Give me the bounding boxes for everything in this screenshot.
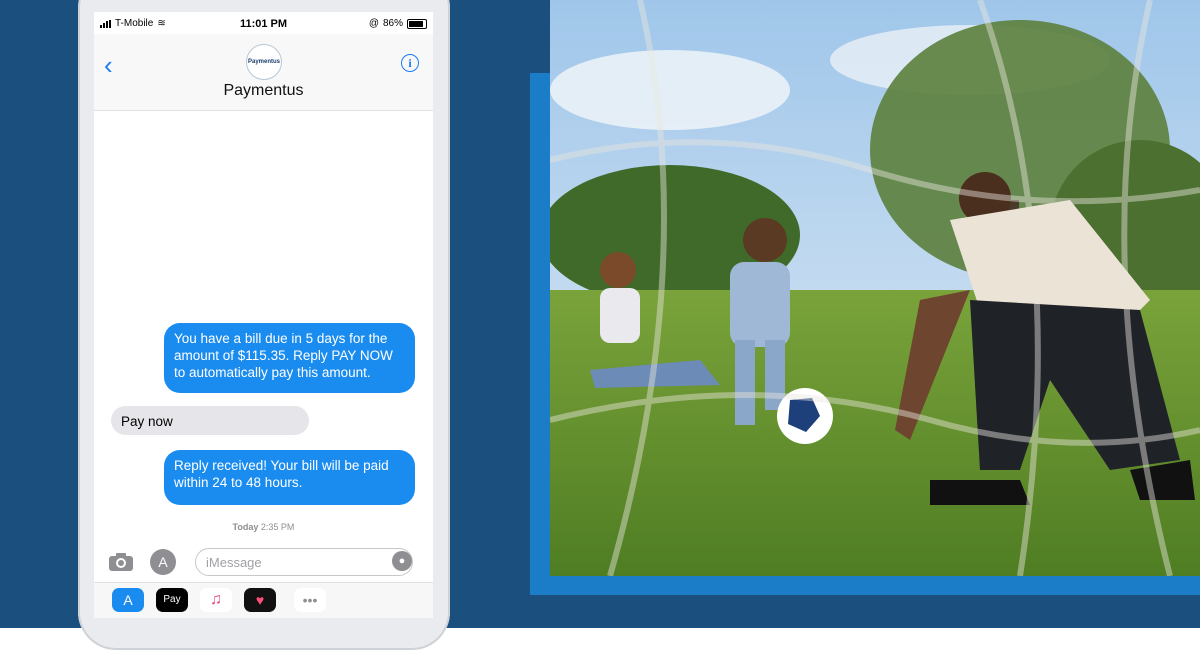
apple-pay-label: Pay (163, 594, 181, 605)
compose-bar: A iMessage ● (94, 542, 433, 582)
phone-screen: T-Mobile ≋ 11:01 PM @ 86% ‹ Paymentus Pa… (94, 12, 433, 618)
message-input[interactable]: iMessage (195, 548, 413, 576)
music-icon[interactable]: ♫ (200, 588, 232, 612)
outgoing-message: Reply received! Your bill will be paid w… (164, 450, 415, 505)
avatar-text: Paymentus (247, 59, 280, 65)
status-bar: T-Mobile ≋ 11:01 PM @ 86% (94, 12, 433, 34)
alarm-icon: @ (368, 18, 379, 29)
outgoing-message: You have a bill due in 5 days for the am… (164, 323, 415, 393)
battery-icon (407, 18, 427, 29)
message-timestamp: Today 2:35 PM (94, 522, 433, 532)
info-icon[interactable]: i (401, 54, 419, 72)
family-soccer-photo (550, 0, 1200, 576)
avatar[interactable]: Paymentus (246, 44, 282, 80)
battery-label: 86% (382, 18, 403, 29)
apple-pay-icon[interactable]: Pay (156, 588, 188, 612)
photo-illustration (550, 0, 1200, 576)
camera-icon[interactable] (108, 552, 133, 571)
timestamp-time: 2:35 PM (260, 522, 295, 532)
app-store-icon[interactable]: A (112, 588, 144, 612)
contact-name[interactable]: Paymentus (94, 82, 433, 100)
incoming-message: Pay now (111, 406, 309, 435)
microphone-icon[interactable]: ● (392, 551, 412, 571)
app-store-icon[interactable]: A (150, 549, 176, 575)
chevron-left-icon[interactable]: ‹ (104, 52, 113, 78)
app-drawer: A Pay ♫ ♥ ••• (94, 582, 433, 618)
digital-touch-icon[interactable]: ♥ (244, 588, 276, 612)
status-right: @ 86% (369, 18, 427, 29)
timestamp-day: Today (232, 522, 259, 532)
more-icon[interactable]: ••• (294, 588, 326, 612)
conversation-header: ‹ Paymentus Paymentus i (94, 34, 433, 111)
